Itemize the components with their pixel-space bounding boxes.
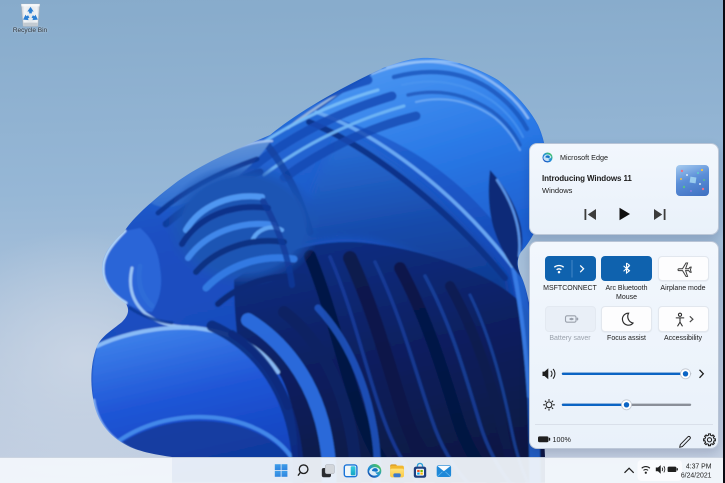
svg-text:100%: 100%	[553, 435, 572, 444]
svg-text:4:37 PM: 4:37 PM	[686, 463, 712, 470]
svg-text:6/24/2021: 6/24/2021	[681, 472, 712, 479]
